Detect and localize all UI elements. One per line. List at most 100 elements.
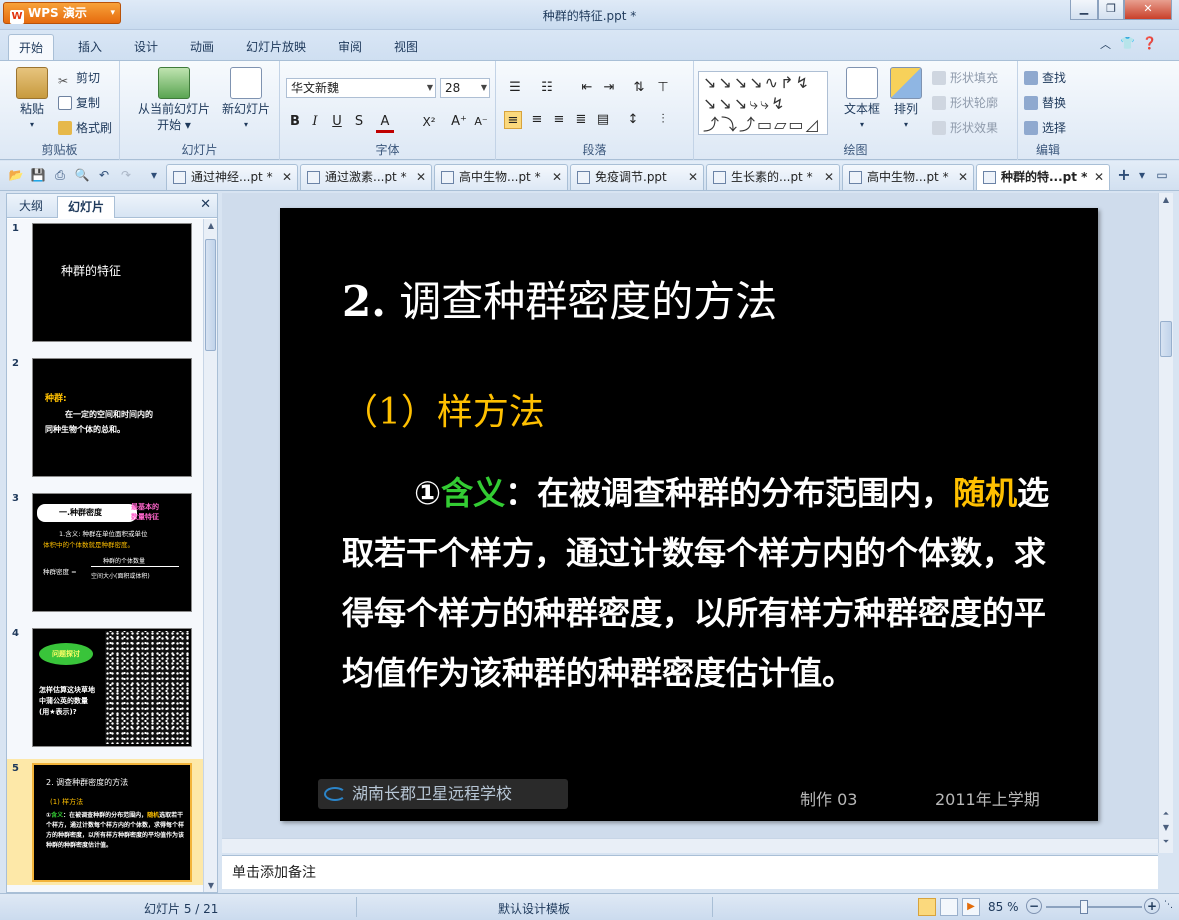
slideshow-view-icon[interactable]: ▶ <box>962 898 980 916</box>
save-icon[interactable]: 💾 <box>30 167 46 183</box>
scroll-up-icon[interactable]: ▲ <box>1159 195 1173 204</box>
tab-animation[interactable]: 动画 <box>190 38 214 55</box>
superscript-button[interactable]: X² <box>420 113 438 131</box>
doc-tab[interactable]: 高中生物...pt * ✕ <box>434 164 568 190</box>
slide-thumbnail[interactable]: 种群: 在一定的空间和时间内的 同种生物个体的总和。 <box>32 358 192 477</box>
undo-icon[interactable]: ↶ <box>96 167 112 183</box>
thumbnail-row[interactable]: 4 问题探讨 怎样估算这块草地中蒲公英的数量(用★表示)? <box>7 624 203 750</box>
doc-tab-active[interactable]: 种群的特...pt * ✕ <box>976 164 1110 190</box>
close-tab-icon[interactable]: ✕ <box>282 165 292 189</box>
align-text-icon[interactable]: ⊤ <box>654 79 672 97</box>
format-painter-button[interactable]: 格式刷 <box>58 119 112 136</box>
thumbnail-row[interactable]: 1 种群的特征 <box>7 219 203 345</box>
close-tab-icon[interactable]: ✕ <box>552 165 562 189</box>
shrink-font-button[interactable]: A⁻ <box>472 113 490 131</box>
font-color-button[interactable]: A <box>376 113 394 133</box>
scroll-up-icon[interactable]: ▲ <box>204 221 218 230</box>
font-name-combo[interactable]: 华文新魏 ▼ <box>286 78 436 98</box>
tab-outline[interactable]: 大纲 <box>9 196 53 218</box>
align-center-icon[interactable]: ≡ <box>528 111 546 129</box>
tab-review[interactable]: 审阅 <box>338 38 362 55</box>
current-slide[interactable]: 2. 调查种群密度的方法 （1）样方法 ①含义：在被调查种群的分布范围内，随机选… <box>280 208 1098 821</box>
justify-icon[interactable]: ≣ <box>572 111 590 129</box>
increase-indent-icon[interactable]: ⇥ <box>600 79 618 97</box>
shape-fill-button[interactable]: 形状填充 <box>932 69 998 86</box>
new-slide-button[interactable]: 新幻灯片 ▾ <box>218 67 274 133</box>
cut-button[interactable]: ✂ 剪切 <box>58 69 100 88</box>
line-spacing-icon[interactable]: ↕ <box>624 111 642 129</box>
prev-slide-icon[interactable]: ⏶ <box>1159 809 1173 819</box>
tab-list-icon[interactable]: ▾ <box>1134 167 1150 183</box>
thumbnail-row-selected[interactable]: 5 2. 调查种群密度的方法 (1) 样方法 ①含义：在被调查种群的分布范围内，… <box>7 759 203 885</box>
scrollbar-thumb[interactable] <box>1160 321 1172 357</box>
scrollbar-thumb[interactable] <box>205 239 216 351</box>
replace-button[interactable]: 替换 <box>1024 94 1066 111</box>
distribute-icon[interactable]: ▤ <box>594 111 612 129</box>
arrange-button[interactable]: 排列 ▾ <box>886 67 926 133</box>
scroll-down-icon[interactable]: ▼ <box>1159 823 1173 832</box>
slide-thumbnail[interactable]: 问题探讨 怎样估算这块草地中蒲公英的数量(用★表示)? <box>32 628 192 747</box>
resize-grip-icon[interactable]: ⋱ <box>1164 900 1173 910</box>
select-button[interactable]: 选择 <box>1024 119 1066 136</box>
bold-button[interactable]: B <box>286 113 304 131</box>
find-button[interactable]: 查找 <box>1024 69 1066 86</box>
copy-button[interactable]: 复制 <box>58 94 100 111</box>
doc-tab[interactable]: 生长素的...pt * ✕ <box>706 164 840 190</box>
underline-button[interactable]: U <box>328 113 346 131</box>
zoom-out-icon[interactable]: − <box>1026 898 1042 914</box>
slide-subtitle[interactable]: （1）样方法 <box>342 383 545 435</box>
close-window-button[interactable]: ✕ <box>1124 0 1172 20</box>
tab-view[interactable]: 视图 <box>394 38 418 55</box>
align-right-icon[interactable]: ≡ <box>550 111 568 129</box>
slide-title[interactable]: 2. 调查种群密度的方法 <box>342 268 777 329</box>
tab-slideshow[interactable]: 幻灯片放映 <box>246 38 306 55</box>
doc-tab[interactable]: 高中生物...pt * ✕ <box>842 164 974 190</box>
editor-hscrollbar[interactable] <box>222 838 1158 853</box>
text-direction-icon[interactable]: ⇅ <box>630 79 648 97</box>
decrease-indent-icon[interactable]: ⇤ <box>578 79 596 97</box>
close-tab-icon[interactable]: ✕ <box>688 165 698 189</box>
print-icon[interactable]: ⎙ <box>52 167 68 183</box>
shadow-button[interactable]: S <box>350 113 368 131</box>
zoom-slider[interactable] <box>1046 906 1142 908</box>
close-tab-icon[interactable]: ✕ <box>824 165 834 189</box>
font-size-combo[interactable]: 28 ▼ <box>440 78 490 98</box>
close-panel-icon[interactable]: ✕ <box>200 197 211 212</box>
open-icon[interactable]: 📂 <box>8 167 24 183</box>
help-icon[interactable]: ❓ <box>1142 36 1157 50</box>
print-preview-icon[interactable]: 🔍 <box>74 167 90 183</box>
close-tab-icon[interactable]: ✕ <box>1094 165 1104 189</box>
shape-gallery[interactable]: ↘↘↘↘∿↱↯ ↘↘↘⤷⤷↯ ⤴⤵⤴▭▱▭◿ <box>698 71 828 135</box>
tab-insert[interactable]: 插入 <box>78 38 102 55</box>
bullets-icon[interactable]: ☰ <box>506 79 524 97</box>
slide-sorter-icon[interactable] <box>940 898 958 916</box>
shape-effect-button[interactable]: 形状效果 <box>932 119 998 136</box>
thumbnail-row[interactable]: 2 种群: 在一定的空间和时间内的 同种生物个体的总和。 <box>7 354 203 480</box>
close-tab-icon[interactable]: ✕ <box>958 165 968 189</box>
slide-thumbnail[interactable]: 种群的特征 <box>32 223 192 342</box>
columns-icon[interactable]: ⫶ <box>654 111 672 129</box>
customize-toolbar-icon[interactable]: ▾ <box>146 167 162 183</box>
thumbnail-scrollbar[interactable]: ▲ ▼ <box>203 219 217 892</box>
tab-view-icon[interactable]: ▭ <box>1154 167 1170 183</box>
thumbnail-row[interactable]: 3 一.种群密度 最基本的 数量特征 1.含义: 种群在单位面积或单位 体积中的… <box>7 489 203 615</box>
doc-tab[interactable]: 通过激素...pt * ✕ <box>300 164 432 190</box>
normal-view-icon[interactable] <box>918 898 936 916</box>
grow-font-button[interactable]: A⁺ <box>450 113 468 131</box>
slide-thumbnail[interactable]: 2. 调查种群密度的方法 (1) 样方法 ①含义：在被调查种群的分布范围内，随机… <box>32 763 192 882</box>
paste-button[interactable]: 粘贴 ▾ <box>10 67 54 133</box>
doc-tab[interactable]: 通过神经...pt * ✕ <box>166 164 298 190</box>
align-left-icon[interactable]: ≡ <box>504 111 522 129</box>
next-slide-icon[interactable]: ⏷ <box>1159 837 1173 847</box>
italic-button[interactable]: I <box>306 113 324 131</box>
close-tab-icon[interactable]: ✕ <box>416 165 426 189</box>
tab-home[interactable]: 开始 <box>8 34 55 60</box>
textbox-button[interactable]: 文本框 ▾ <box>840 67 884 133</box>
notes-pane[interactable]: 单击添加备注 <box>222 855 1158 889</box>
slide-thumbnail[interactable]: 一.种群密度 最基本的 数量特征 1.含义: 种群在单位面积或单位 体积中的个体… <box>32 493 192 612</box>
skin-icon[interactable]: 👕 <box>1120 36 1135 50</box>
tab-design[interactable]: 设计 <box>134 38 158 55</box>
editor-scrollbar[interactable]: ▲ ⏶ ▼ ⏷ <box>1158 193 1173 853</box>
minimize-button[interactable]: ▁ <box>1070 0 1098 20</box>
collapse-ribbon-icon[interactable]: ︿ <box>1100 36 1111 52</box>
